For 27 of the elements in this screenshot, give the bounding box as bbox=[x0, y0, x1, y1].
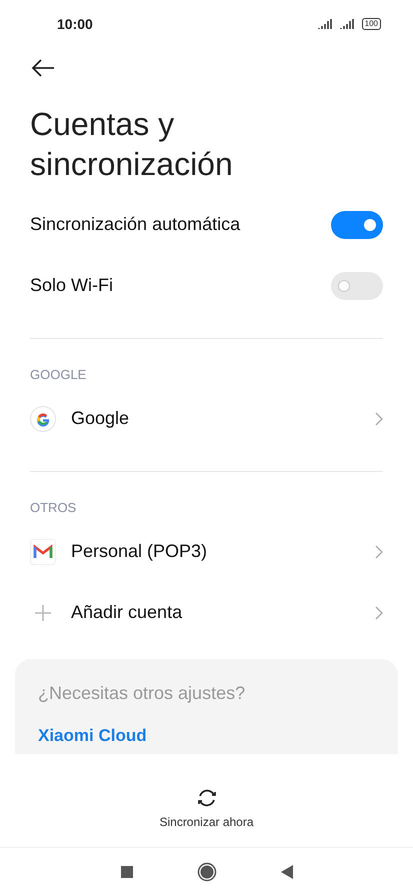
sync-icon bbox=[196, 786, 218, 808]
chevron-right-icon bbox=[375, 606, 383, 620]
back-icon[interactable] bbox=[280, 865, 292, 879]
home-icon[interactable] bbox=[196, 862, 216, 882]
account-item[interactable]: Personal (POP3) bbox=[0, 521, 413, 582]
battery-icon: 100 bbox=[362, 18, 381, 30]
sync-now-button[interactable]: Sincronizar ahora bbox=[153, 786, 260, 830]
cloud-link[interactable]: Xiaomi Cloud bbox=[38, 726, 147, 746]
section-header: OTROS bbox=[29, 500, 78, 515]
card-question: ¿Necesitas otros ajustes? bbox=[38, 683, 246, 704]
signal-icon bbox=[318, 19, 334, 29]
google-icon bbox=[30, 406, 56, 432]
status-time: 10:00 bbox=[57, 16, 93, 32]
back-arrow-icon[interactable] bbox=[31, 59, 55, 77]
chevron-right-icon bbox=[375, 412, 383, 426]
mail-icon bbox=[30, 538, 56, 564]
page-title: Cuentas y sincronización bbox=[29, 105, 234, 184]
account-item[interactable]: Añadir cuenta bbox=[0, 582, 413, 643]
signal-icon bbox=[340, 19, 356, 29]
setting-label: Solo Wi-Fi bbox=[30, 275, 114, 296]
section-header: GOOGLE bbox=[29, 367, 88, 382]
toggle-switch[interactable] bbox=[331, 272, 383, 300]
setting-label: Sincronización automática bbox=[30, 214, 240, 235]
account-item[interactable]: Google bbox=[0, 388, 413, 449]
chevron-right-icon bbox=[375, 544, 383, 558]
toggle-switch[interactable] bbox=[331, 210, 383, 238]
recents-icon[interactable] bbox=[120, 866, 132, 878]
